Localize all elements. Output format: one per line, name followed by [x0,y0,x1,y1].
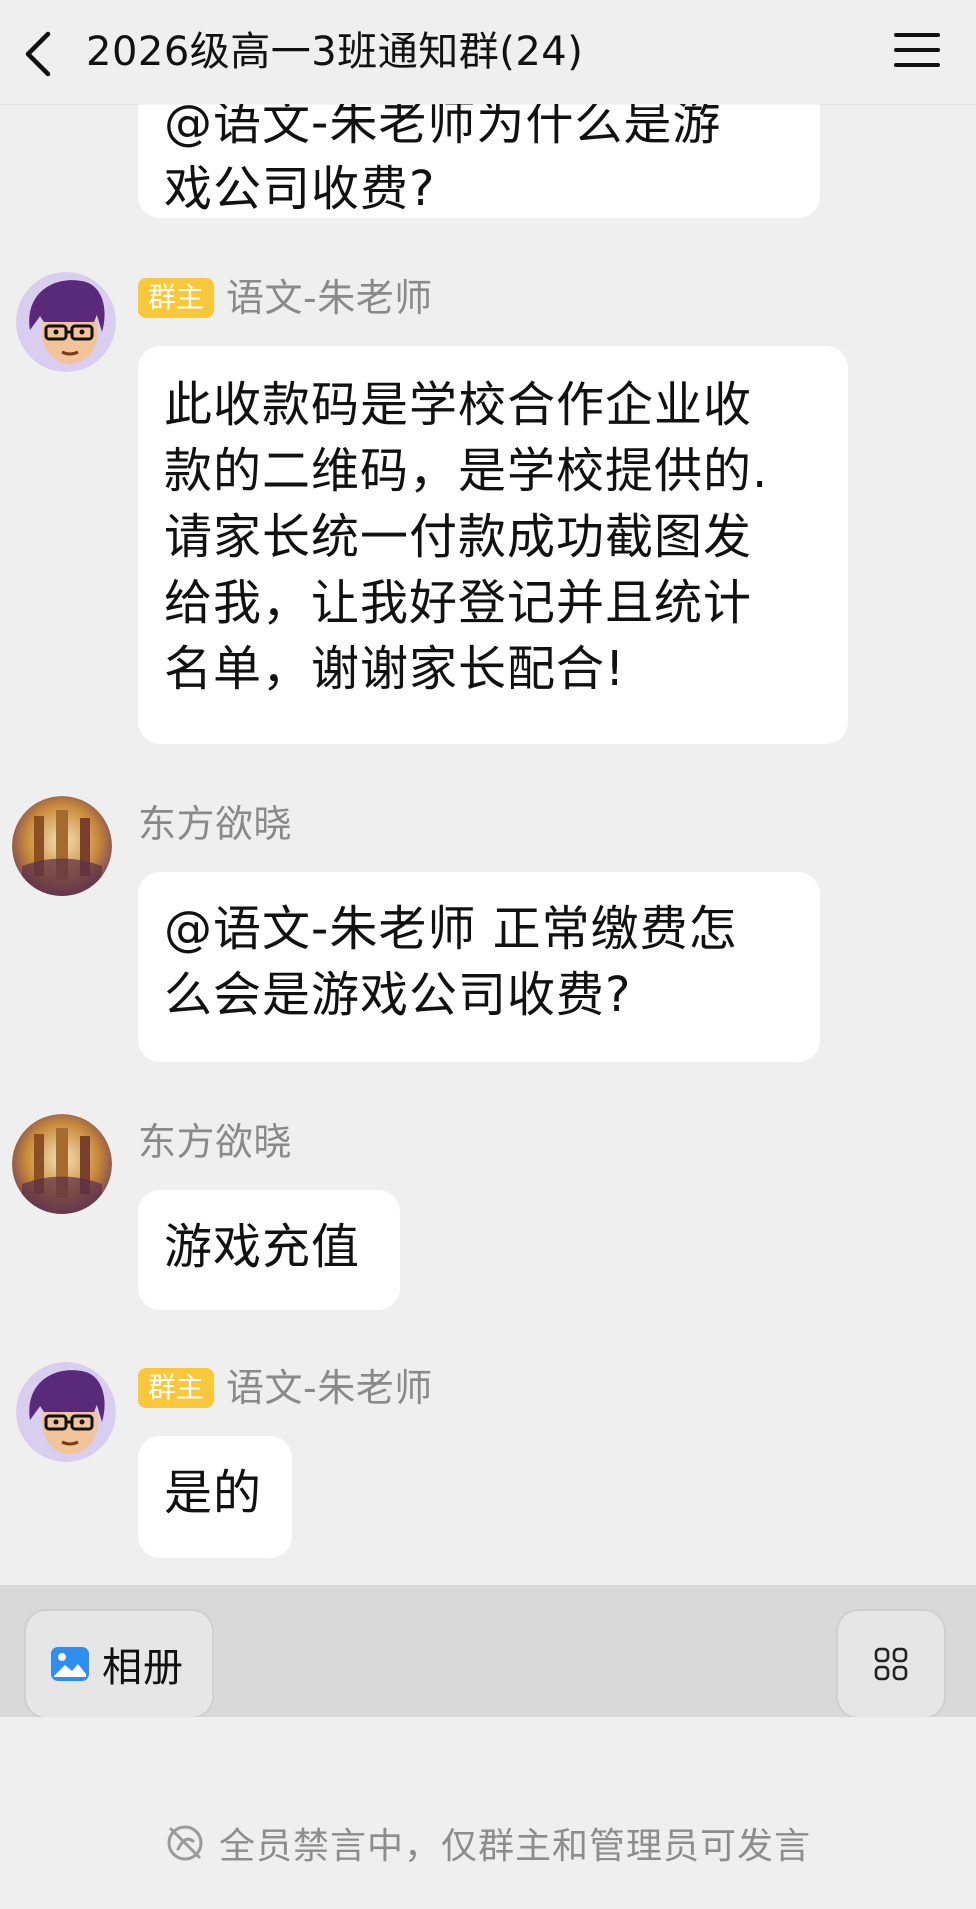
teacher-avatar-icon [16,1362,116,1462]
message-line: 款的二维码，是学校提供的. [164,443,769,499]
avatar-parent[interactable] [12,1114,112,1214]
photo-album-icon [51,1647,89,1681]
teacher-avatar-icon [16,272,116,372]
group-title: 2026级高一3班通知群(24) [86,29,584,75]
message-line: 么会是游戏公司收费? [164,967,632,1023]
album-label: 相册 [102,1645,184,1691]
muted-text: 全员禁言中，仅群主和管理员可发言 [218,1826,811,1867]
message-bubble: @语文-朱老师 正常缴费怎 么会是游戏公司收费? [138,872,820,1062]
input-toolbar: 相册 [0,1585,976,1719]
sender-name: 语文-朱老师 [226,276,433,320]
sender-row: 东方欲晓 [138,802,292,846]
sender-row: 群主 语文-朱老师 [138,1366,433,1410]
avatar-teacher[interactable] [16,272,116,372]
message-bubble: 此收款码是学校合作企业收 款的二维码，是学校提供的. 请家长统一付款成功截图发 … [138,346,848,744]
sender-row: 东方欲晓 [138,1120,292,1164]
parent-avatar-icon [12,796,112,896]
message-line: 游戏充值 [164,1219,361,1275]
message-line: 此收款码是学校合作企业收 [164,377,753,433]
chat-area[interactable]: @语文-朱老师为什么是游 戏公司收费? 群主 语文-朱老师 此收款码是学校合作企… [0,0,976,1585]
message-line: 名单，谢谢家长配合! [164,641,626,697]
footer: 全员禁言中，仅群主和管理员可发言 [0,1717,976,1909]
apps-button[interactable] [836,1609,946,1719]
sender-name: 东方欲晓 [138,802,293,846]
sender-row: 群主 语文-朱老师 [138,276,433,320]
message-line: 戏公司收费? [164,161,436,217]
parent-avatar-icon [12,1114,112,1214]
sender-name: 语文-朱老师 [226,1366,433,1410]
message-line: @语文-朱老师 正常缴费怎 [164,901,738,957]
avatar-teacher[interactable] [16,1362,116,1462]
sender-name: 东方欲晓 [138,1120,293,1164]
owner-badge: 群主 [138,278,215,318]
mute-icon [167,1825,203,1861]
owner-badge: 群主 [138,1368,215,1408]
hamburger-menu-icon[interactable] [892,30,942,70]
album-button[interactable]: 相册 [24,1609,214,1719]
avatar-parent[interactable] [12,796,112,896]
apps-grid-icon [874,1647,908,1681]
message-line: 是的 [164,1465,263,1521]
message-line: 给我，让我好登记并且统计 [164,575,753,631]
message-bubble: 是的 [138,1436,292,1558]
message-line: 请家长统一付款成功截图发 [164,509,753,565]
muted-notice: 全员禁言中，仅群主和管理员可发言 [0,1817,976,1869]
chevron-left-icon[interactable] [18,28,58,80]
message-bubble: 游戏充值 [138,1190,400,1310]
chat-header: 2026级高一3班通知群(24) [0,0,976,104]
